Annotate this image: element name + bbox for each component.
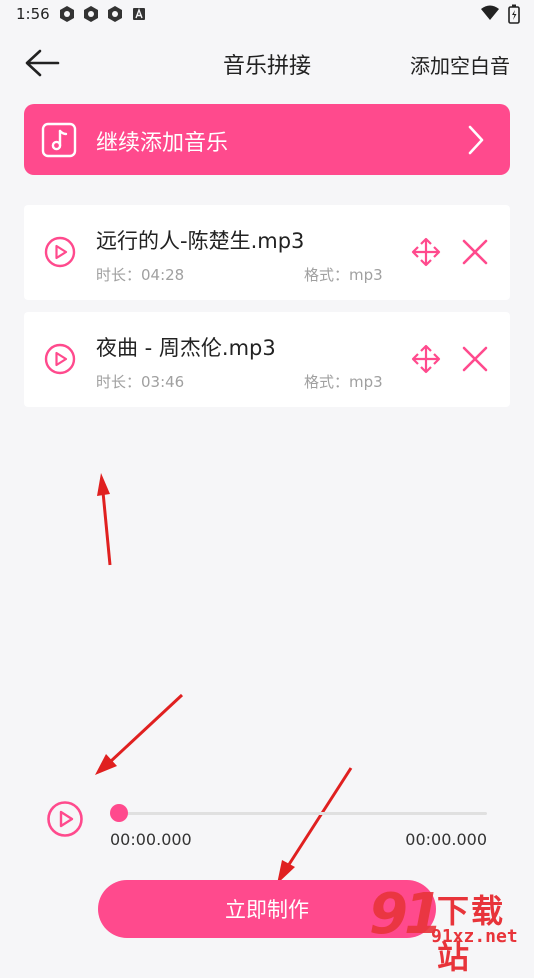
current-time: 00:00.000 (110, 830, 192, 849)
track-format: 格式：mp3 (304, 373, 383, 391)
site-watermark: 91 下载站 91xz.net (365, 882, 534, 976)
track-play-button[interactable] (44, 343, 76, 375)
track-duration: 时长：04:28 (96, 266, 185, 284)
drag-move-icon[interactable] (410, 343, 442, 375)
watermark-url: 91xz.net (431, 926, 518, 947)
seek-thumb[interactable] (110, 804, 128, 822)
notification-app-icon (108, 6, 122, 22)
track-format: 格式：mp3 (304, 266, 383, 284)
wifi-icon (481, 5, 499, 20)
annotation-arrow (277, 767, 353, 884)
track-item: 远行的人-陈楚生.mp3 时长：04:28 格式：mp3 (24, 205, 510, 300)
music-note-icon (41, 122, 77, 158)
drag-move-icon[interactable] (410, 236, 442, 268)
add-silence-button[interactable]: 添加空白音 (410, 50, 510, 79)
status-notification-icons (58, 5, 148, 23)
annotation-arrow (95, 693, 184, 775)
chevron-right-icon (468, 125, 484, 155)
status-bar: 1:56 (0, 0, 534, 28)
preview-play-button[interactable] (46, 800, 84, 838)
header: 音乐拼接 添加空白音 (0, 38, 534, 88)
track-name: 远行的人-陈楚生.mp3 (96, 229, 305, 253)
notification-app-icon (84, 6, 98, 22)
annotation-arrow (97, 473, 112, 566)
add-music-label: 继续添加音乐 (96, 131, 229, 156)
add-music-button[interactable]: 继续添加音乐 (24, 104, 510, 175)
track-item: 夜曲 - 周杰伦.mp3 时长：03:46 格式：mp3 (24, 312, 510, 407)
battery-icon (508, 4, 520, 24)
notification-app-icon (60, 6, 74, 22)
watermark-digits: 91 (369, 882, 443, 947)
delete-close-icon[interactable] (460, 237, 490, 267)
notification-font-icon (133, 8, 145, 20)
track-name: 夜曲 - 周杰伦.mp3 (96, 336, 276, 360)
track-play-button[interactable] (44, 236, 76, 268)
status-time: 1:56 (16, 5, 50, 23)
total-time: 00:00.000 (405, 830, 487, 849)
delete-close-icon[interactable] (460, 344, 490, 374)
seek-bar[interactable] (118, 812, 487, 815)
status-system-icons (480, 4, 520, 24)
track-duration: 时长：03:46 (96, 373, 185, 391)
